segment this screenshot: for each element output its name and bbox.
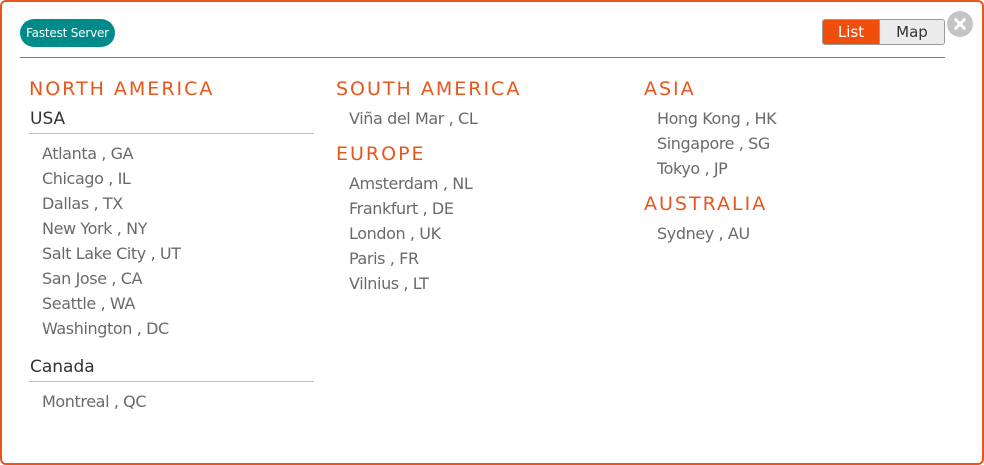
region-heading-asia: ASIA bbox=[644, 78, 696, 100]
city-item[interactable]: Washington , DC bbox=[29, 316, 314, 341]
map-view-button[interactable]: Map bbox=[879, 20, 944, 44]
city-list-usa: Atlanta , GA Chicago , IL Dallas , TX Ne… bbox=[29, 141, 314, 341]
view-toggle: List Map bbox=[822, 19, 945, 45]
city-item[interactable]: Frankfurt , DE bbox=[336, 196, 621, 221]
city-list-south-america: Viña del Mar , CL bbox=[336, 106, 621, 131]
city-list-australia: Sydney , AU bbox=[644, 221, 929, 246]
city-item[interactable]: San Jose , CA bbox=[29, 266, 314, 291]
region-heading-europe: EUROPE bbox=[336, 143, 426, 165]
column-asia-australia: ASIA Hong Kong , HK Singapore , SG Tokyo… bbox=[644, 74, 929, 246]
region-heading-north-america: NORTH AMERICA bbox=[29, 78, 215, 100]
city-item[interactable]: Chicago , IL bbox=[29, 166, 314, 191]
city-item[interactable]: Singapore , SG bbox=[644, 131, 929, 156]
close-icon bbox=[954, 18, 966, 30]
city-item[interactable]: Paris , FR bbox=[336, 246, 621, 271]
fastest-server-button[interactable]: Fastest Server bbox=[20, 19, 115, 47]
server-list-panel: Fastest Server List Map NORTH AMERICA US… bbox=[0, 0, 984, 465]
city-item[interactable]: Atlanta , GA bbox=[29, 141, 314, 166]
city-list-canada: Montreal , QC bbox=[29, 389, 314, 414]
city-item[interactable]: Hong Kong , HK bbox=[644, 106, 929, 131]
column-north-america: NORTH AMERICA USA Atlanta , GA Chicago ,… bbox=[29, 74, 314, 414]
region-heading-australia: AUSTRALIA bbox=[644, 193, 768, 215]
city-item[interactable]: Montreal , QC bbox=[29, 389, 314, 414]
country-heading-canada: Canada bbox=[29, 353, 314, 382]
city-list-europe: Amsterdam , NL Frankfurt , DE London , U… bbox=[336, 171, 621, 296]
city-item[interactable]: Salt Lake City , UT bbox=[29, 241, 314, 266]
city-item[interactable]: Vilnius , LT bbox=[336, 271, 621, 296]
city-item[interactable]: Dallas , TX bbox=[29, 191, 314, 216]
header-divider bbox=[20, 57, 945, 58]
close-button[interactable] bbox=[947, 11, 973, 37]
column-south-america-europe: SOUTH AMERICA Viña del Mar , CL EUROPE A… bbox=[336, 74, 621, 296]
city-item[interactable]: Sydney , AU bbox=[644, 221, 929, 246]
city-item[interactable]: Seattle , WA bbox=[29, 291, 314, 316]
city-item[interactable]: Viña del Mar , CL bbox=[336, 106, 621, 131]
city-list-asia: Hong Kong , HK Singapore , SG Tokyo , JP bbox=[644, 106, 929, 181]
list-view-button[interactable]: List bbox=[823, 20, 879, 44]
city-item[interactable]: New York , NY bbox=[29, 216, 314, 241]
region-heading-south-america: SOUTH AMERICA bbox=[336, 78, 522, 100]
city-item[interactable]: London , UK bbox=[336, 221, 621, 246]
country-heading-usa: USA bbox=[29, 105, 314, 134]
city-item[interactable]: Tokyo , JP bbox=[644, 156, 929, 181]
city-item[interactable]: Amsterdam , NL bbox=[336, 171, 621, 196]
